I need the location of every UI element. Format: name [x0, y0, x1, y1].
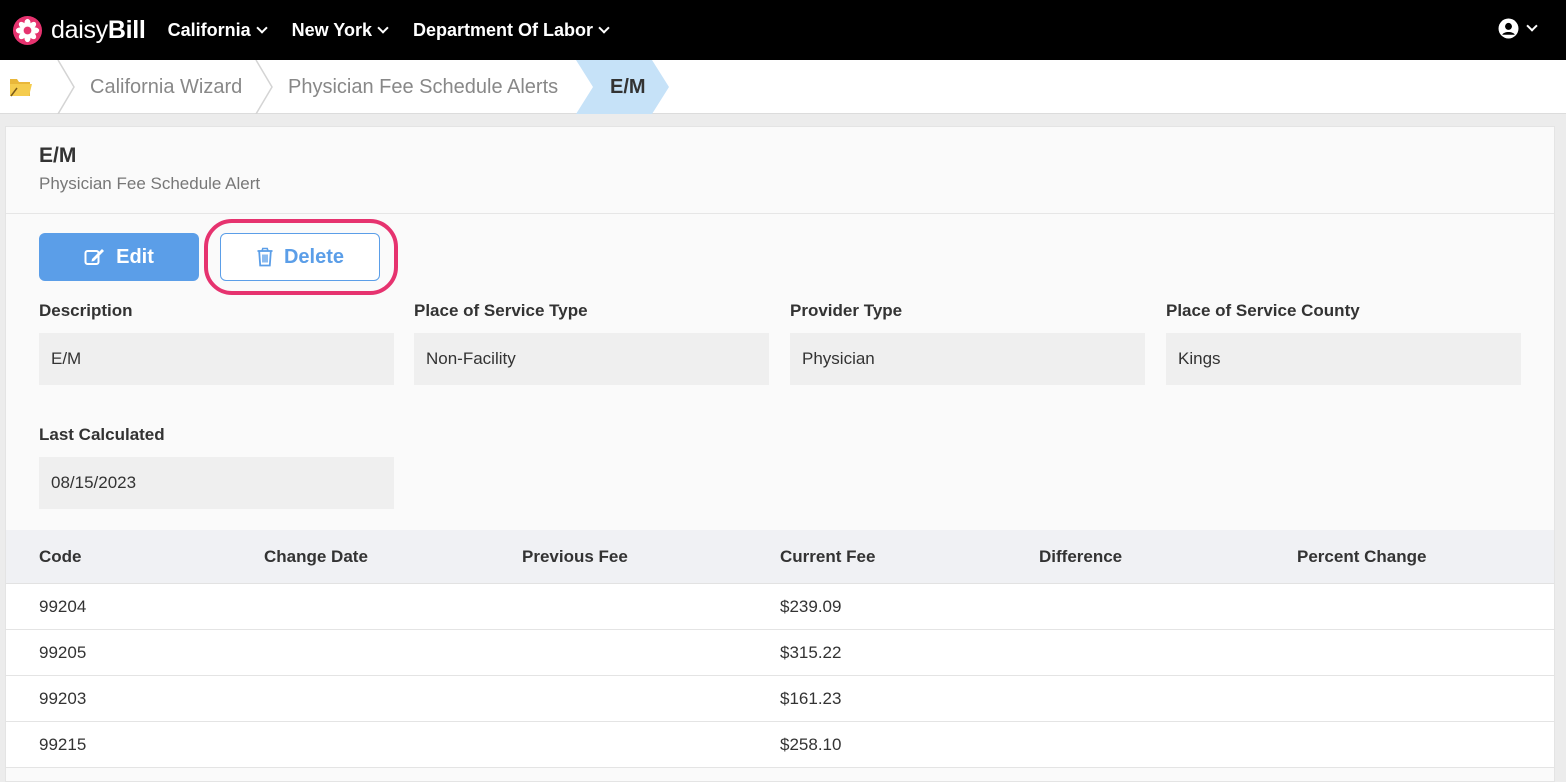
column-header-previous-fee[interactable]: Previous Fee [522, 547, 628, 567]
table-header-row: Code Change Date Previous Fee Current Fe… [6, 530, 1554, 584]
breadcrumb-item-label: California Wizard [90, 75, 243, 98]
chevron-down-icon [255, 21, 268, 34]
daisy-flower-icon [12, 15, 43, 45]
chevron-down-icon [598, 21, 610, 34]
cell-current-fee: $258.10 [780, 734, 842, 754]
table-row: 99204 $239.09 [6, 584, 1554, 630]
field-value: Physician [790, 333, 1145, 385]
field-label: Provider Type [790, 301, 903, 320]
user-avatar-icon [1498, 18, 1519, 39]
column-header-change-date[interactable]: Change Date [264, 547, 368, 567]
page-title: E/M [39, 144, 77, 167]
column-header-code[interactable]: Code [39, 547, 82, 567]
user-account-menu[interactable] [1498, 18, 1538, 39]
top-nav-bar: daisyBill California New York Department… [0, 0, 1566, 60]
daisybill-logo[interactable]: daisyBill [12, 15, 146, 46]
breadcrumb-item-label: Physician Fee Schedule Alerts [288, 75, 559, 98]
nav-item-new-york[interactable]: New York [291, 19, 389, 41]
home-folder-icon[interactable] [6, 74, 34, 100]
field-label: Place of Service County [1166, 301, 1360, 320]
alert-detail-card: E/M Physician Fee Schedule Alert Edit De… [5, 126, 1555, 782]
column-header-percent-change[interactable]: Percent Change [1297, 547, 1426, 567]
nav-item-department-of-labor[interactable]: Department Of Labor [412, 19, 610, 41]
cell-code: 99205 [39, 642, 87, 662]
cell-current-fee: $239.09 [780, 596, 842, 616]
main-nav-menu: California New York Department Of Labor [168, 20, 634, 41]
fee-table: Code Change Date Previous Fee Current Fe… [6, 530, 1554, 768]
cell-current-fee: $161.23 [780, 688, 842, 708]
edit-icon [84, 249, 105, 265]
cell-code: 99204 [39, 596, 87, 616]
field-description: Description E/M [39, 301, 394, 385]
cell-code: 99203 [39, 688, 87, 708]
breadcrumb-item-california-wizard[interactable]: California Wizard [90, 60, 242, 114]
breadcrumb: California Wizard Physician Fee Schedule… [0, 60, 1566, 114]
field-label: Place of Service Type [414, 301, 588, 320]
field-last-calculated: Last Calculated 08/15/2023 [39, 425, 394, 509]
breadcrumb-separator [57, 60, 75, 114]
field-provider-type: Provider Type Physician [790, 301, 1145, 385]
cell-code: 99215 [39, 734, 87, 754]
field-value: E/M [39, 333, 394, 385]
chevron-down-icon [377, 21, 389, 34]
field-label: Description [39, 301, 133, 320]
logo-text: daisyBill [51, 15, 146, 44]
delete-button-label: Delete [283, 245, 345, 268]
breadcrumb-item-current: E/M [610, 60, 646, 114]
column-header-current-fee[interactable]: Current Fee [780, 547, 875, 567]
table-row: 99203 $161.23 [6, 676, 1554, 722]
page-subtitle: Physician Fee Schedule Alert [39, 174, 261, 193]
cell-current-fee: $315.22 [780, 642, 842, 662]
table-row: 99205 $315.22 [6, 630, 1554, 676]
table-row: 99215 $258.10 [6, 722, 1554, 768]
card-header: E/M Physician Fee Schedule Alert [6, 127, 1554, 214]
field-value: Non-Facility [414, 333, 769, 385]
breadcrumb-item-fee-schedule-alerts[interactable]: Physician Fee Schedule Alerts [288, 60, 558, 114]
column-header-difference[interactable]: Difference [1039, 547, 1122, 567]
trash-icon [257, 247, 273, 267]
field-value: 08/15/2023 [39, 457, 394, 509]
nav-item-california[interactable]: California [167, 19, 268, 41]
delete-button[interactable]: Delete [220, 233, 380, 281]
field-place-of-service-county: Place of Service County Kings [1166, 301, 1521, 385]
nav-item-label: California [167, 19, 251, 40]
field-value: Kings [1166, 333, 1521, 385]
nav-item-label: Department Of Labor [412, 19, 593, 40]
field-label: Last Calculated [39, 425, 165, 444]
chevron-down-icon [1526, 20, 1538, 32]
field-place-of-service-type: Place of Service Type Non-Facility [414, 301, 769, 385]
edit-button-label: Edit [116, 245, 154, 268]
nav-item-label: New York [291, 19, 372, 40]
edit-button[interactable]: Edit [39, 233, 199, 281]
breadcrumb-separator [255, 60, 273, 114]
breadcrumb-item-label: E/M [610, 75, 646, 98]
